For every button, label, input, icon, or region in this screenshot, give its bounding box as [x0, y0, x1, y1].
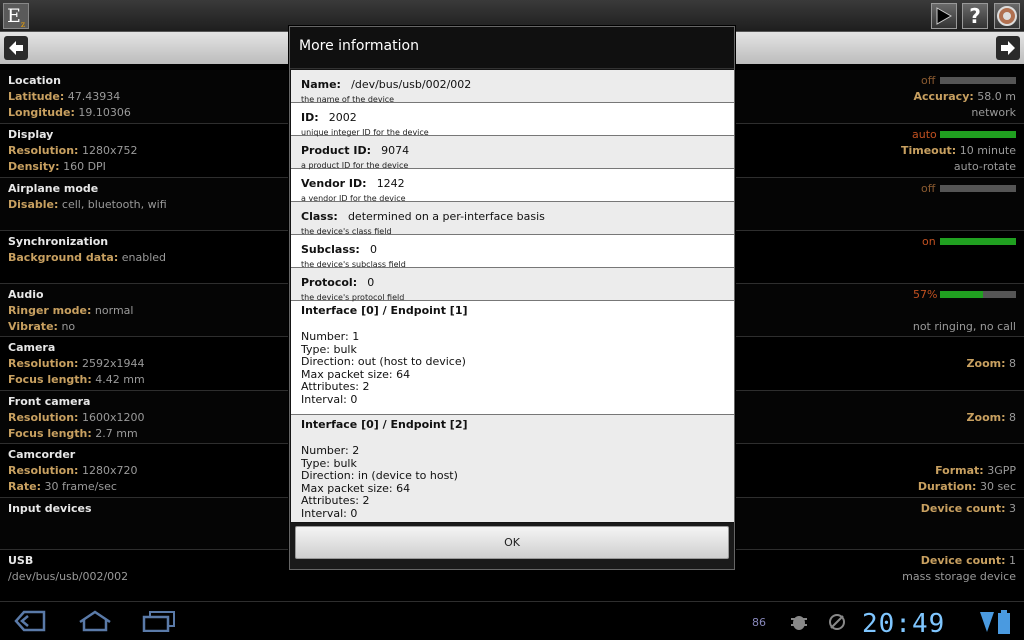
recent-apps-button[interactable] [142, 610, 176, 632]
endpoint-line: Direction: in (device to host) [301, 469, 458, 482]
no-signal-icon [829, 614, 845, 630]
home-button[interactable] [78, 610, 112, 632]
battery-icon [998, 610, 1010, 634]
endpoint-item: Interface [0] / Endpoint [2] Number: 2 T… [291, 415, 734, 522]
sync-notification[interactable] [828, 613, 846, 631]
endpoint-line: Direction: out (host to device) [301, 355, 466, 368]
list-item: Product ID: 9074 a product ID for the de… [291, 136, 734, 170]
field-value: 2002 [328, 111, 357, 124]
field-key: Product ID: [301, 144, 371, 157]
field-value: determined on a per-interface basis [347, 210, 545, 223]
field-key: Name: [301, 78, 341, 91]
dialog-title: More information [290, 27, 734, 69]
list-item: Class: determined on a per-interface bas… [291, 202, 734, 236]
wifi-indicator [980, 612, 994, 632]
bug-icon [791, 616, 807, 630]
list-item: Subclass: 0 the device's subclass field [291, 235, 734, 269]
field-value: 0 [370, 243, 378, 256]
list-item: Name: /dev/bus/usb/002/002 the name of t… [291, 70, 734, 104]
endpoint-title: Interface [0] / Endpoint [2] [301, 418, 468, 431]
recent-apps-icon [142, 611, 175, 632]
list-item: Protocol: 0 the device's protocol field [291, 268, 734, 302]
clock[interactable]: 20:49 [862, 609, 945, 639]
field-value: 0 [367, 276, 375, 289]
back-button[interactable] [14, 610, 46, 632]
endpoint-line: Attributes: 2 [301, 494, 370, 507]
system-bar: 86 20:49 [0, 604, 1024, 640]
home-icon [79, 610, 111, 632]
field-key: Class: [301, 210, 338, 223]
wifi-icon [980, 612, 994, 632]
field-value: /dev/bus/usb/002/002 [351, 78, 472, 91]
debug-notification[interactable] [789, 613, 809, 631]
dialog-content-list[interactable]: Name: /dev/bus/usb/002/002 the name of t… [291, 70, 734, 522]
field-key: Vendor ID: [301, 177, 367, 190]
field-key: Subclass: [301, 243, 360, 256]
endpoint-line: Interval: 0 [301, 392, 358, 406]
dialog-footer: OK [290, 523, 734, 569]
battery-number: 86 [752, 616, 766, 629]
field-key: Protocol: [301, 276, 358, 289]
ok-button[interactable]: OK [295, 526, 729, 559]
endpoint-line: Number: 2 [301, 444, 360, 457]
back-icon [14, 610, 46, 632]
endpoint-title: Interface [0] / Endpoint [1] [301, 304, 468, 317]
modal-overlay: More information Name: /dev/bus/usb/002/… [0, 0, 1024, 604]
field-value: 1242 [376, 177, 405, 190]
endpoint-line: Interval: 0 [301, 506, 358, 520]
list-item: Vendor ID: 1242 a vendor ID for the devi… [291, 169, 734, 203]
field-value: 9074 [381, 144, 410, 157]
more-information-dialog: More information Name: /dev/bus/usb/002/… [289, 26, 735, 570]
endpoint-item: Interface [0] / Endpoint [1] Number: 1 T… [291, 301, 734, 415]
list-item: ID: 2002 unique integer ID for the devic… [291, 103, 734, 137]
endpoint-line: Number: 1 [301, 330, 360, 343]
endpoint-line: Attributes: 2 [301, 380, 370, 393]
battery-indicator [998, 610, 1010, 634]
field-key: ID: [301, 111, 319, 124]
